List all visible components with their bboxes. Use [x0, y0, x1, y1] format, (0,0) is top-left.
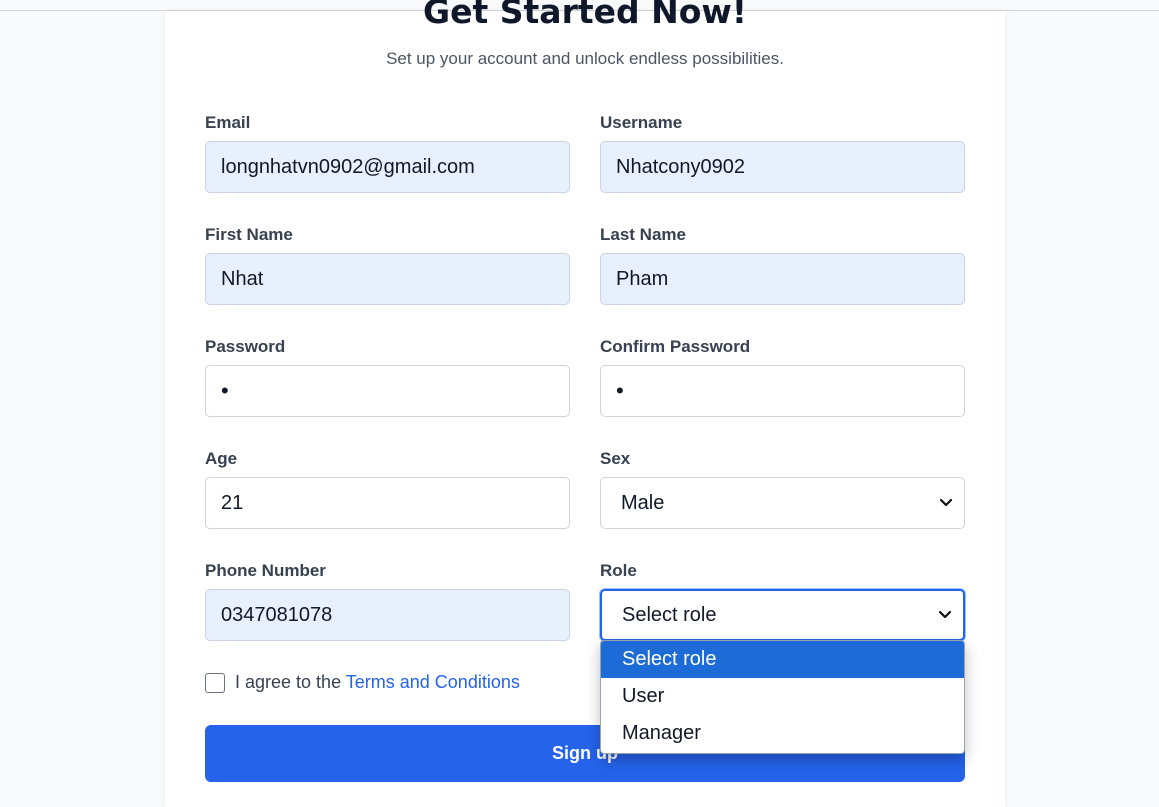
- sex-field-group: Sex Male: [600, 448, 965, 529]
- password-field-group: Password •: [205, 336, 570, 417]
- first-name-field-group: First Name Nhat: [205, 224, 570, 305]
- role-field-group: Role Select role: [600, 560, 965, 641]
- confirm-password-field-group: Confirm Password •: [600, 336, 965, 417]
- last-name-input[interactable]: Pham: [600, 253, 965, 305]
- terms-checkbox[interactable]: [205, 673, 225, 693]
- age-field-group: Age 21: [205, 448, 570, 529]
- first-name-input[interactable]: Nhat: [205, 253, 570, 305]
- sex-label: Sex: [600, 449, 631, 468]
- role-option-select-role[interactable]: Select role: [601, 641, 964, 678]
- role-option-user[interactable]: User: [601, 678, 964, 715]
- phone-label: Phone Number: [205, 561, 326, 580]
- first-name-label: First Name: [205, 225, 293, 244]
- terms-prefix: I agree to the: [235, 672, 346, 692]
- email-label: Email: [205, 113, 251, 132]
- confirm-password-label: Confirm Password: [600, 337, 751, 356]
- phone-input[interactable]: 0347081078: [205, 589, 570, 641]
- last-name-field-group: Last Name Pham: [600, 224, 965, 305]
- username-field-group: Username Nhatcony0902: [600, 112, 965, 193]
- password-input[interactable]: •: [205, 365, 570, 417]
- phone-field-group: Phone Number 0347081078: [205, 560, 570, 641]
- page-subtitle: Set up your account and unlock endless p…: [386, 49, 784, 68]
- role-select-value: Select role: [622, 604, 717, 626]
- chevron-down-icon: [939, 498, 953, 507]
- role-dropdown-list: Select role User Manager: [600, 640, 965, 754]
- role-option-manager[interactable]: Manager: [601, 715, 964, 752]
- email-field-group: Email longnhatvn0902@gmail.com: [205, 112, 570, 193]
- email-input[interactable]: longnhatvn0902@gmail.com: [205, 141, 570, 193]
- terms-label: I agree to the Terms and Conditions: [235, 672, 520, 693]
- terms-link[interactable]: Terms and Conditions: [346, 672, 520, 692]
- sex-select[interactable]: Male: [600, 477, 965, 529]
- chevron-down-icon: [938, 610, 952, 619]
- username-label: Username: [600, 113, 683, 132]
- sex-select-value: Male: [621, 492, 665, 514]
- last-name-label: Last Name: [600, 225, 686, 244]
- role-select[interactable]: Select role: [600, 589, 965, 641]
- confirm-password-input[interactable]: •: [600, 365, 965, 417]
- page-title: Get Started Now!: [423, 0, 747, 31]
- password-label: Password: [205, 337, 286, 356]
- age-label: Age: [205, 449, 238, 468]
- role-label: Role: [600, 561, 637, 580]
- age-input[interactable]: 21: [205, 477, 570, 529]
- username-input[interactable]: Nhatcony0902: [600, 141, 965, 193]
